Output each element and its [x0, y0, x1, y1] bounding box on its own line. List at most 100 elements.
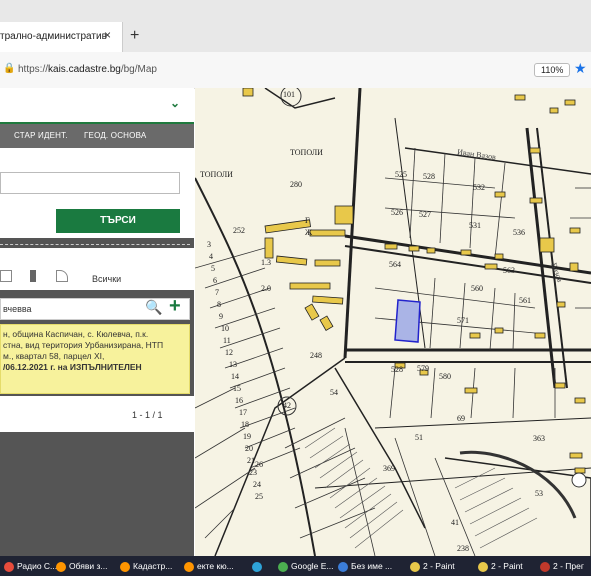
map-label: 363: [533, 434, 545, 443]
tab-geodetic-base[interactable]: ГЕОД. ОСНОВА: [84, 131, 146, 140]
map-label: 69: [457, 414, 465, 423]
map-label: 9: [219, 312, 223, 321]
map-label: 1.3: [261, 258, 271, 267]
filter-text: вчевва: [3, 304, 32, 314]
taskbar-item[interactable]: 2 - Paint: [478, 556, 523, 576]
map-label: 564: [389, 260, 401, 269]
map-label: 18: [241, 420, 249, 429]
map-label: 580: [439, 372, 451, 381]
taskbar-item[interactable]: Радио С...: [4, 556, 57, 576]
map-label: 248: [310, 351, 322, 360]
taskbar-item[interactable]: Google E...: [278, 556, 334, 576]
map-label: 528: [423, 172, 435, 181]
tab-old-identifier[interactable]: СТАР ИДЕНТ.: [14, 131, 68, 140]
map-label: 571: [457, 316, 469, 325]
point-tool-icon[interactable]: [30, 270, 36, 282]
taskbar-item[interactable]: Обяви з...: [56, 556, 108, 576]
map-label: 54: [330, 388, 338, 397]
map-label: 42: [283, 401, 291, 410]
search-input[interactable]: [0, 172, 180, 194]
chevron-down-icon[interactable]: ⌄: [170, 96, 180, 110]
map-label: 4: [209, 252, 213, 261]
map-label: 238: [457, 544, 469, 553]
tab-close-icon[interactable]: ×: [104, 28, 111, 42]
map-label: 21: [247, 456, 255, 465]
search-button[interactable]: ТЪРСИ: [56, 209, 180, 233]
map-label: ТОПОЛИ: [200, 170, 233, 179]
cadastral-map[interactable]: 101 ТОПОЛИ ТОПОЛИ 280 252 1.3 2.0 248 54 42 26 3 4 5 6…: [195, 88, 591, 556]
search-panel: ⌄ СТАР ИДЕНТ. ГЕОД. ОСНОВА ТЪРСИ Всички …: [0, 88, 194, 556]
map-label: 532: [473, 183, 485, 192]
map-label: 8: [217, 300, 221, 309]
result-line: м., квартал 58, парцел XI,: [3, 351, 105, 361]
address-bar[interactable]: 🔒 https://kais.cadastre.bg/bg/Map 110% ★: [0, 52, 591, 89]
search-icon[interactable]: 🔍: [145, 299, 162, 316]
result-line: /06.12.2021 г. на ИЗПЪЛНИТЕЛЕН: [3, 362, 142, 372]
rectangle-tool-icon[interactable]: [0, 270, 12, 282]
map-label: 23: [249, 468, 257, 477]
result-line: стна, вид територия Урбанизирана, НТП: [3, 340, 164, 350]
map-label: 563: [503, 266, 515, 275]
map-label: Г: [305, 216, 310, 225]
zoom-indicator[interactable]: 110%: [534, 63, 571, 77]
map-label: 528: [391, 365, 403, 374]
taskbar: Радио С... Обяви з... Кадастр... ектe кю…: [0, 556, 591, 576]
map-label: 19: [243, 432, 251, 441]
taskbar-item[interactable]: 2 - Прег: [540, 556, 584, 576]
all-button[interactable]: Всички: [92, 274, 121, 284]
panel-footer: [0, 432, 194, 556]
lock-icon: 🔒: [3, 63, 16, 74]
map-label: 6: [213, 276, 217, 285]
map-label: 41: [451, 518, 459, 527]
map-label: Ж: [305, 228, 313, 237]
pager: 1 - 1 / 1: [132, 410, 163, 420]
map-label: 526: [391, 208, 403, 217]
map-label: 24: [253, 480, 261, 489]
map-label: 527: [419, 210, 431, 219]
selected-parcel[interactable]: [394, 299, 421, 343]
add-icon[interactable]: +: [169, 295, 181, 318]
map-label: 5: [211, 264, 215, 273]
panel-header[interactable]: ⌄: [0, 88, 194, 124]
drawing-tools: Всички: [0, 248, 194, 290]
map-label: 536: [513, 228, 525, 237]
map-label: 20: [245, 444, 253, 453]
tab-title: трално-административ: [0, 31, 107, 42]
polygon-tool-icon[interactable]: [56, 270, 68, 282]
result-line: н, община Каспичан, с. Кюлевча, п.к.: [3, 329, 149, 339]
filter-input[interactable]: вчевва 🔍 +: [0, 295, 190, 320]
map-label: 2.0: [261, 284, 271, 293]
pager-area: 1 - 1 / 1: [0, 396, 194, 432]
url-text[interactable]: https://kais.cadastre.bg/bg/Map: [18, 64, 157, 75]
map-label: 252: [233, 226, 245, 235]
map-label: ТОПОЛИ: [290, 148, 323, 157]
map-label: 369: [383, 464, 395, 473]
browser-tab-active[interactable]: трално-административ ×: [0, 22, 123, 52]
map-label: 561: [519, 296, 531, 305]
new-tab-button[interactable]: +: [130, 27, 139, 45]
taskbar-item[interactable]: 2 - Paint: [410, 556, 455, 576]
map-label: 51: [415, 433, 423, 442]
map-label: 531: [469, 221, 481, 230]
edge-taskbar-icon[interactable]: [252, 556, 265, 576]
map-label: 579: [417, 364, 429, 373]
map-label: 17: [239, 408, 247, 417]
map-label: 11: [223, 336, 231, 345]
taskbar-item[interactable]: Кадастр...: [120, 556, 172, 576]
divider: [0, 244, 190, 246]
map-label: 10: [221, 324, 229, 333]
map-label: 101: [283, 90, 295, 99]
map-label: 13: [229, 360, 237, 369]
taskbar-item[interactable]: Без име ...: [338, 556, 392, 576]
browser-tab-bar: трално-административ × +: [0, 0, 591, 52]
map-label: 280: [290, 180, 302, 189]
result-item[interactable]: н, община Каспичан, с. Кюлевча, п.к. стн…: [0, 324, 190, 394]
bookmark-star-icon[interactable]: ★: [574, 60, 587, 77]
map-label: 525: [395, 170, 407, 179]
map-label: 7: [215, 288, 219, 297]
map-label: 53: [535, 489, 543, 498]
search-form: ТЪРСИ: [0, 148, 194, 238]
taskbar-item[interactable]: ектe кю...: [184, 556, 234, 576]
map-label: 3: [207, 240, 211, 249]
map-label: 25: [255, 492, 263, 501]
